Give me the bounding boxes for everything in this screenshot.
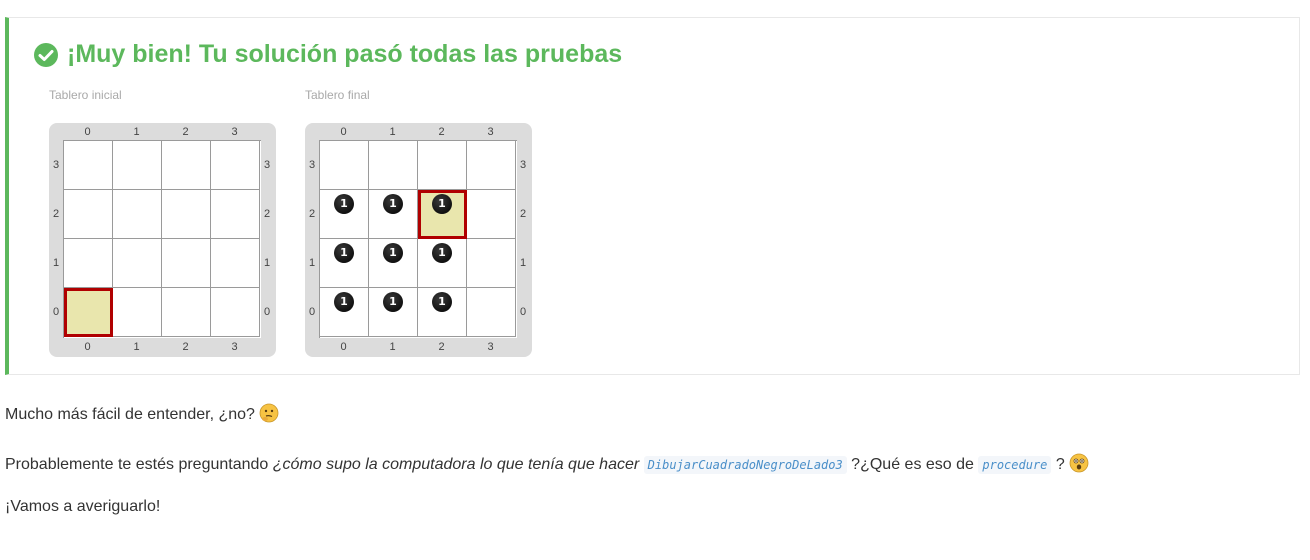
black-stone: 1 <box>334 292 354 312</box>
paragraph-easier: Mucho más fácil de entender, ¿no? <box>5 403 279 424</box>
board-frame: 0 0 1 1 2 2 3 3 3 3 2 2 1 1 0 0 <box>49 123 276 357</box>
board-grid: 1 1 1 1 1 1 1 1 1 <box>319 140 517 338</box>
row-label: 2 <box>52 207 60 220</box>
board-cell <box>64 239 113 288</box>
board-cell <box>64 141 113 190</box>
board-cell <box>467 141 516 190</box>
board-cell <box>211 288 260 337</box>
result-title: ¡Muy bien! Tu solución pasó todas las pr… <box>33 40 622 69</box>
column-label: 1 <box>389 341 396 353</box>
astonished-face-icon <box>1069 453 1089 473</box>
board-cell: 1 <box>369 239 418 288</box>
column-label: 3 <box>487 341 494 353</box>
board-cell <box>211 141 260 190</box>
column-label: 0 <box>84 341 91 353</box>
row-label: 1 <box>52 256 60 269</box>
board-head-cell <box>64 288 113 337</box>
row-label: 0 <box>263 305 271 318</box>
code-procedure-name: DibujarCuadradoNegroDeLado3 <box>643 456 847 474</box>
board-cell <box>162 190 211 239</box>
board-cell <box>162 239 211 288</box>
column-label: 3 <box>231 341 238 353</box>
board-cell <box>113 141 162 190</box>
board-cell <box>113 239 162 288</box>
row-label: 3 <box>263 158 271 171</box>
board-cell <box>320 141 369 190</box>
black-stone: 1 <box>432 194 452 214</box>
black-stone: 1 <box>383 243 403 263</box>
column-label: 1 <box>133 126 140 138</box>
italic-question: ¿cómo supo la computadora lo que tenía q… <box>272 456 640 473</box>
paragraph-text: Probablemente te estés preguntando <box>5 456 273 473</box>
board-cell: 1 <box>320 239 369 288</box>
check-circle-icon <box>34 42 58 67</box>
board-cell <box>113 288 162 337</box>
initial-board: Tablero inicial 0 0 1 1 2 2 3 3 3 3 2 2 1 1 0 0 <box>49 88 276 357</box>
code-keyword: procedure <box>978 456 1052 474</box>
board-caption: Tablero final <box>305 88 370 102</box>
paragraph-text: ?¿Qué es eso de <box>846 456 979 473</box>
column-label: 0 <box>84 126 91 138</box>
board-cell <box>211 239 260 288</box>
column-label: 3 <box>231 126 238 138</box>
board-cell <box>467 288 516 337</box>
row-label: 0 <box>52 305 60 318</box>
column-label: 0 <box>340 341 347 353</box>
column-label: 1 <box>389 126 396 138</box>
black-stone: 1 <box>334 194 354 214</box>
column-label: 3 <box>487 126 494 138</box>
board-caption: Tablero inicial <box>49 88 122 102</box>
row-label: 3 <box>52 158 60 171</box>
board-head-cell: 1 <box>418 190 467 239</box>
board-cell: 1 <box>369 190 418 239</box>
board-cell <box>162 141 211 190</box>
board-cell <box>467 239 516 288</box>
board-cell: 1 <box>418 239 467 288</box>
board-frame: 1 1 1 1 1 1 1 1 1 0 0 1 1 2 2 3 3 3 3 2 2 1 1 0 0 <box>305 123 532 357</box>
board-cell: 1 <box>320 190 369 239</box>
row-label: 2 <box>519 207 527 220</box>
result-title-text: ¡Muy bien! Tu solución pasó todas las pr… <box>67 40 623 68</box>
paragraph-question: Probablemente te estés preguntando ¿cómo… <box>5 453 1089 474</box>
row-label: 0 <box>519 305 527 318</box>
row-label: 1 <box>308 256 316 269</box>
board-cell <box>418 141 467 190</box>
board-cell: 1 <box>418 288 467 337</box>
thinking-face-icon <box>259 403 279 423</box>
row-label: 2 <box>308 207 316 220</box>
column-label: 1 <box>133 341 140 353</box>
board-cell <box>64 190 113 239</box>
board-cell: 1 <box>320 288 369 337</box>
column-label: 2 <box>438 341 445 353</box>
paragraph-text: Mucho más fácil de entender, ¿no? <box>5 406 255 423</box>
final-board: Tablero final 1 1 1 1 1 1 1 1 1 0 0 1 1 2 2 3 3 3 3 2 2 1 1 0 0 <box>305 88 532 357</box>
result-panel: ¡Muy bien! Tu solución pasó todas las pr… <box>5 17 1300 375</box>
black-stone: 1 <box>383 194 403 214</box>
column-label: 2 <box>438 126 445 138</box>
board-grid <box>63 140 261 338</box>
column-label: 2 <box>182 341 189 353</box>
row-label: 0 <box>308 305 316 318</box>
row-label: 1 <box>263 256 271 269</box>
board-cell <box>211 190 260 239</box>
board-cell <box>467 190 516 239</box>
board-cell: 1 <box>369 288 418 337</box>
paragraph-text: ? <box>1051 456 1065 473</box>
black-stone: 1 <box>432 292 452 312</box>
paragraph-lets-find-out: ¡Vamos a averiguarlo! <box>5 498 161 515</box>
black-stone: 1 <box>334 243 354 263</box>
column-label: 0 <box>340 126 347 138</box>
row-label: 3 <box>519 158 527 171</box>
row-label: 3 <box>308 158 316 171</box>
board-cell <box>162 288 211 337</box>
column-label: 2 <box>182 126 189 138</box>
board-cell <box>113 190 162 239</box>
board-cell <box>369 141 418 190</box>
black-stone: 1 <box>432 243 452 263</box>
row-label: 1 <box>519 256 527 269</box>
black-stone: 1 <box>383 292 403 312</box>
row-label: 2 <box>263 207 271 220</box>
